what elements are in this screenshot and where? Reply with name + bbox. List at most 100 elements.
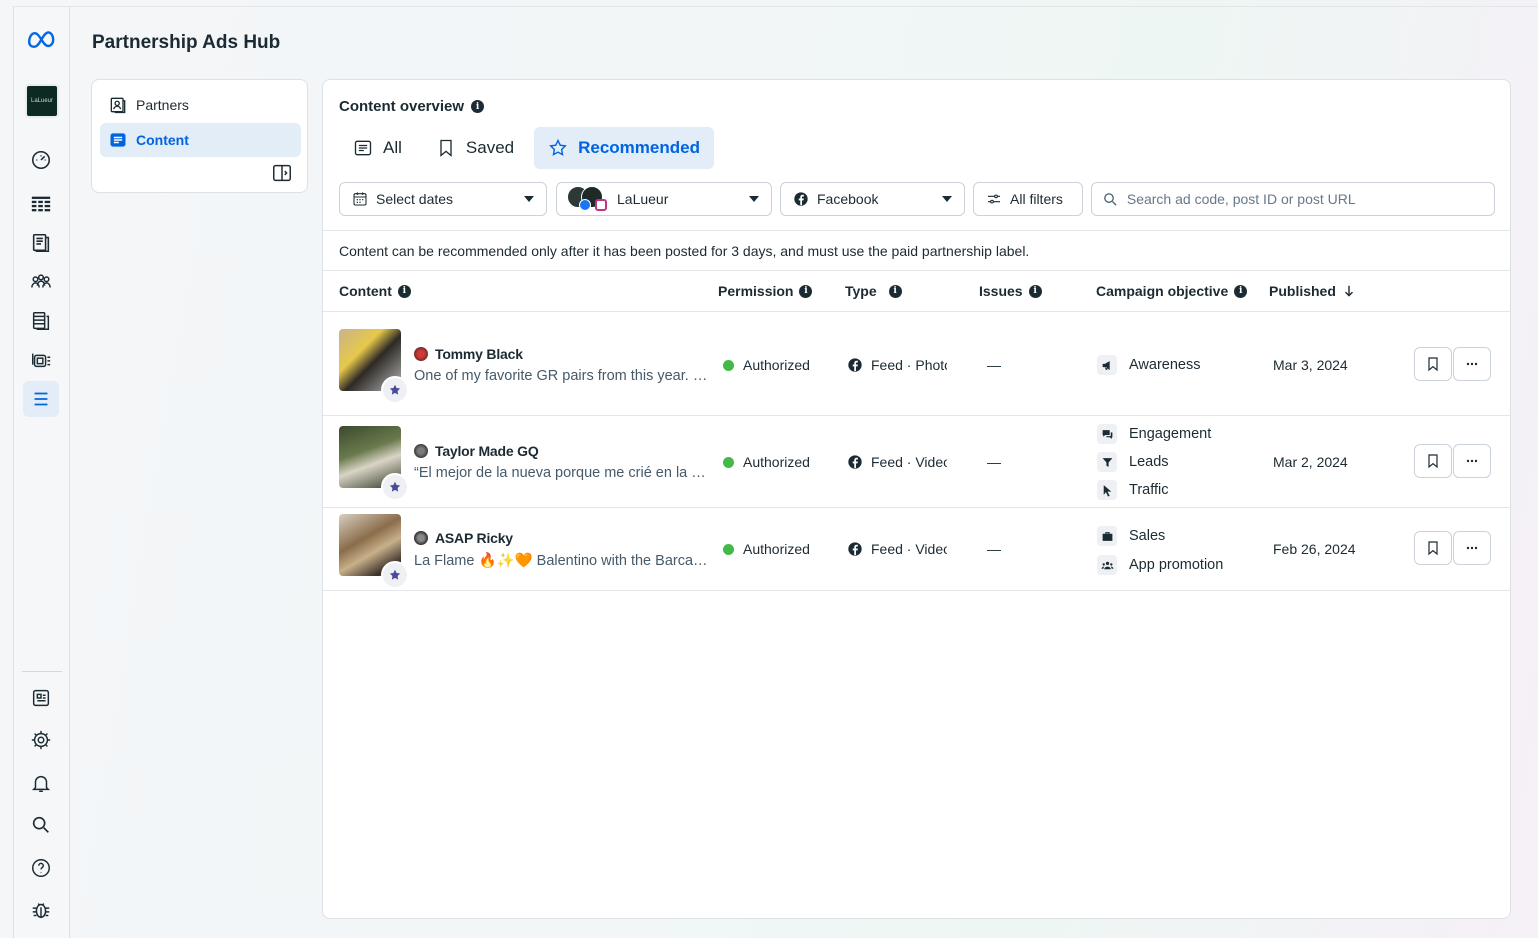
tab-label: All [383, 138, 402, 157]
creator-name[interactable]: Tommy Black [414, 346, 523, 362]
content-tabs: All Saved Recommended [339, 127, 714, 169]
published-date: Mar 3, 2024 [1273, 357, 1348, 373]
post-caption: “El mejor de la nueva porque me crié en … [414, 465, 709, 481]
save-bookmark-button[interactable] [1414, 347, 1452, 381]
column-header-permission[interactable]: Permission i [718, 283, 813, 299]
briefcase-icon [1097, 526, 1117, 546]
gear-icon[interactable] [23, 722, 59, 758]
help-icon[interactable] [23, 850, 59, 886]
issues-value: — [987, 541, 1001, 557]
dashboard-icon[interactable] [23, 142, 59, 178]
content-icon [110, 133, 126, 147]
facebook-badge-icon [579, 199, 591, 211]
column-header-content[interactable]: Content i [339, 283, 411, 299]
content-overview-card: Content overview i All Saved Recommended… [322, 79, 1511, 919]
creator-avatar [414, 347, 428, 361]
objective-label: Leads [1129, 454, 1169, 470]
section-nav: Partners Content [91, 79, 308, 193]
more-options-button[interactable] [1453, 531, 1491, 565]
column-header-type[interactable]: Type i [845, 283, 902, 299]
search-icon[interactable] [23, 807, 59, 843]
bell-icon[interactable] [23, 765, 59, 801]
status-label: Authorized [743, 541, 810, 557]
save-bookmark-button[interactable] [1414, 531, 1452, 565]
facebook-icon [794, 192, 808, 206]
objective-label: Sales [1129, 528, 1166, 544]
bookmark-icon [1428, 454, 1438, 469]
bookmark-icon [440, 139, 452, 157]
info-icon[interactable]: i [1234, 284, 1248, 298]
database-icon[interactable] [23, 303, 59, 339]
collapse-panel-icon[interactable] [271, 162, 293, 184]
all-filters-button[interactable]: All filters [973, 182, 1083, 216]
date-range-dropdown[interactable]: Select dates [339, 182, 547, 216]
menu-list-icon[interactable] [23, 381, 59, 417]
type-label: Feed · Photo [871, 357, 947, 373]
more-options-button[interactable] [1453, 347, 1491, 381]
tab-label: Saved [465, 138, 515, 157]
more-dots-icon [1466, 362, 1478, 366]
content-type: Feed · Photo [847, 357, 947, 373]
facebook-icon [848, 358, 862, 372]
column-header-objective[interactable]: Campaign objective i [1096, 283, 1248, 299]
news-icon[interactable] [23, 680, 59, 716]
bookmark-icon [1428, 357, 1438, 372]
table-row[interactable]: ASAP Ricky La Flame 🔥✨🧡 Balentino with t… [323, 507, 1510, 591]
permission-status: Authorized [723, 541, 810, 557]
chevron-down-icon [749, 196, 759, 202]
column-header-issues[interactable]: Issues i [979, 283, 1042, 299]
account-dropdown[interactable]: LaLueur [556, 182, 772, 216]
column-header-published[interactable]: Published [1269, 283, 1356, 299]
creator-avatar [414, 531, 428, 545]
info-icon[interactable]: i [888, 284, 902, 298]
search-input[interactable] [1126, 191, 1484, 207]
page-title: Partnership Ads Hub [92, 32, 281, 53]
account-avatars [567, 186, 609, 212]
star-icon [549, 138, 567, 156]
save-bookmark-button[interactable] [1414, 444, 1452, 478]
objective-item: App promotion [1097, 555, 1223, 575]
audience-icon[interactable] [23, 264, 59, 300]
platform-dropdown[interactable]: Facebook [780, 182, 965, 216]
permission-status: Authorized [723, 454, 810, 470]
people-icon [1097, 555, 1117, 575]
info-icon[interactable]: i [799, 284, 813, 298]
dropdown-value: Select dates [376, 191, 454, 207]
objective-item: Sales [1097, 526, 1165, 546]
dropdown-value: Facebook [817, 191, 879, 207]
objective-item: Traffic [1097, 480, 1168, 500]
pages-icon[interactable] [23, 225, 59, 261]
table-grid-icon[interactable] [23, 186, 59, 222]
table-row[interactable]: Tommy Black One of my favorite GR pairs … [323, 311, 1510, 416]
sort-arrow-down-icon[interactable] [1342, 284, 1356, 298]
creator-name[interactable]: ASAP Ricky [414, 530, 513, 546]
recommendation-hint: Content can be recommended only after it… [323, 230, 1510, 271]
account-thumbnail[interactable]: LaLueur [25, 84, 59, 118]
info-icon[interactable]: i [397, 284, 411, 298]
type-label: Feed · Video [871, 541, 947, 557]
published-date: Mar 2, 2024 [1273, 454, 1348, 470]
meta-logo-icon[interactable] [26, 27, 58, 49]
left-rail: LaLueur [14, 7, 70, 938]
bug-icon[interactable] [23, 892, 59, 928]
tab-all[interactable]: All [339, 127, 416, 169]
issues-value: — [987, 454, 1001, 470]
creator-name[interactable]: Taylor Made GQ [414, 443, 539, 459]
info-icon[interactable]: i [1028, 284, 1042, 298]
nav-item-content[interactable]: Content [100, 123, 301, 157]
objective-label: Engagement [1129, 426, 1212, 442]
section-title: Content overview i [339, 98, 485, 115]
table-row[interactable]: Taylor Made GQ “El mejor de la nueva por… [323, 415, 1510, 508]
column-label: Issues [979, 283, 1023, 299]
nav-item-partners[interactable]: Partners [100, 88, 301, 122]
creator-label: Tommy Black [435, 346, 523, 362]
type-label: Feed · Video [871, 454, 947, 470]
info-icon[interactable]: i [471, 100, 485, 113]
facebook-icon [848, 542, 862, 556]
more-options-button[interactable] [1453, 444, 1491, 478]
post-caption: One of my favorite GR pairs from this ye… [414, 368, 709, 384]
tab-recommended[interactable]: Recommended [534, 127, 714, 169]
bookmark-icon [1428, 541, 1438, 556]
tab-saved[interactable]: Saved [422, 127, 528, 169]
catalog-icon[interactable] [23, 342, 59, 378]
